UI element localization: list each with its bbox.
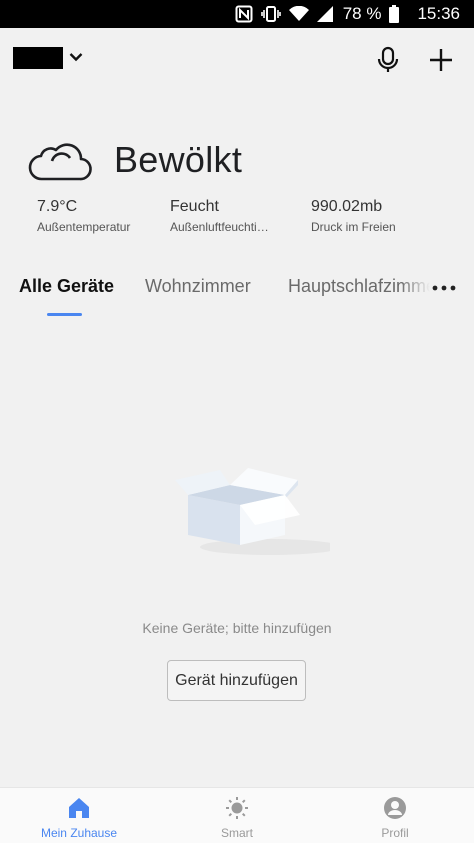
home-selector[interactable] (13, 47, 83, 69)
more-dots-icon (432, 285, 456, 304)
more-tabs-button[interactable] (432, 276, 456, 300)
cloud-icon (28, 135, 94, 185)
profile-icon (383, 796, 407, 820)
battery-icon (389, 5, 400, 23)
signal-icon (316, 6, 333, 22)
vibrate-icon (260, 5, 281, 23)
nav-item-smart[interactable]: Smart (182, 796, 292, 840)
nav-label: Smart (220, 826, 253, 840)
nav-item-profile[interactable]: Profil (340, 796, 450, 840)
app-header (0, 28, 474, 92)
bottom-navigation: Mein Zuhause Smart Profil (0, 787, 474, 843)
plus-icon (428, 49, 454, 77)
room-tabs: Alle Geräte Wohnzimmer Hauptschlafzimmer (0, 262, 474, 320)
stat-value: 990.02mb (311, 198, 383, 215)
add-device-button[interactable]: Gerät hinzufügen (167, 660, 306, 701)
nav-label: Profil (381, 826, 409, 840)
microphone-button[interactable] (375, 46, 401, 74)
nav-label: Mein Zuhause (40, 826, 118, 840)
clock: 15:36 (417, 4, 460, 23)
tab-living-room[interactable]: Wohnzimmer (145, 276, 251, 297)
stat-label: Druck im Freien (311, 220, 396, 234)
tab-all-devices[interactable]: Alle Geräte (19, 276, 114, 297)
outdoor-temperature: 7.9°C Außentemperatur (37, 198, 130, 234)
stat-label: Außenluftfeuchti… (170, 220, 269, 234)
weather-summary: Bewölkt (28, 125, 448, 195)
battery-percent: 78 % (342, 4, 382, 23)
wifi-icon (288, 6, 309, 22)
outdoor-pressure: 990.02mb Druck im Freien (311, 198, 396, 234)
weather-condition: Bewölkt (114, 139, 243, 180)
nfc-icon (235, 5, 253, 23)
active-tab-indicator (47, 313, 82, 316)
add-button[interactable] (428, 47, 454, 73)
tab-fade-overlay (400, 272, 430, 302)
sun-icon (225, 796, 249, 820)
home-name-redacted (13, 47, 63, 69)
microphone-icon (375, 46, 401, 78)
stat-label: Außentemperatur (37, 220, 131, 234)
status-bar: 78 % 15:36 (0, 0, 474, 28)
home-icon (67, 796, 91, 820)
stat-value: 7.9°C (37, 198, 78, 215)
outdoor-humidity: Feucht Außenluftfeuchti… (170, 198, 269, 234)
empty-state-message: Keine Geräte; bitte hinzufügen (142, 620, 332, 636)
chevron-down-icon (69, 49, 83, 67)
stat-value: Feucht (170, 198, 219, 215)
nav-item-home[interactable]: Mein Zuhause (24, 796, 134, 840)
empty-box-illustration (170, 455, 340, 565)
